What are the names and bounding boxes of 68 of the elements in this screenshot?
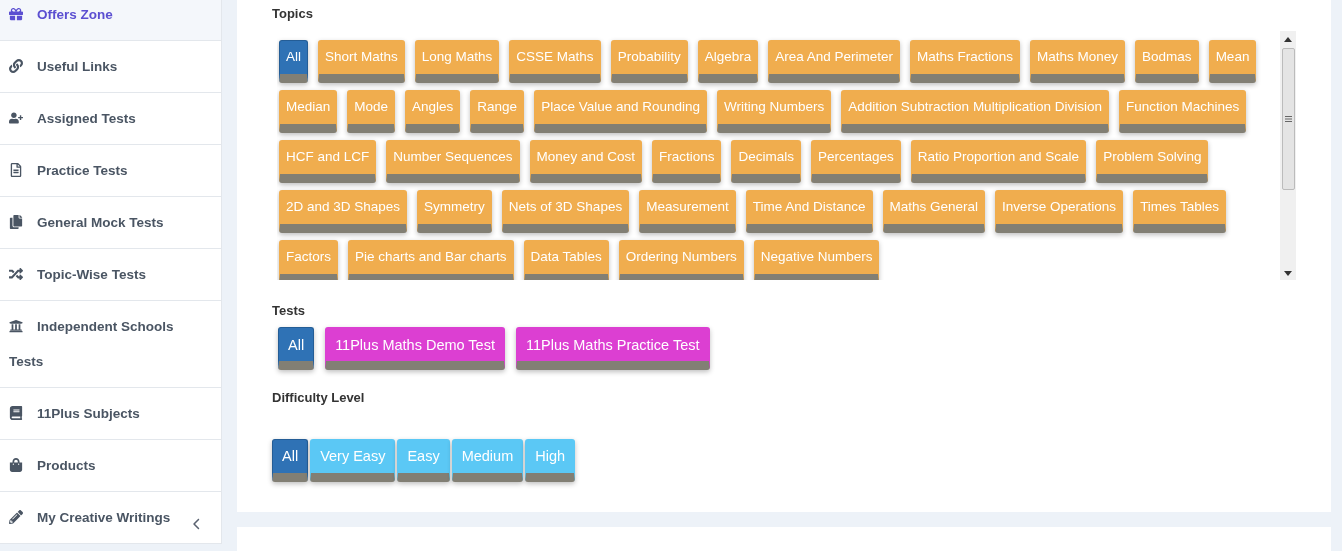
filter-button[interactable]: Algebra (697, 39, 759, 83)
filter-button[interactable]: Area And Perimeter (768, 39, 900, 83)
filter-button[interactable]: All (272, 438, 309, 482)
section-title: Tests (272, 301, 306, 320)
shuffle-icon (9, 267, 23, 281)
filter-button[interactable]: Nets of 3D Shapes (501, 189, 630, 233)
sidebar-item[interactable]: Offers Zone (0, 0, 221, 41)
filter-button[interactable]: Median (279, 89, 338, 133)
section-title: Topics (272, 5, 314, 23)
filter-button[interactable]: Function Machines (1118, 89, 1247, 133)
copy-icon (9, 215, 23, 229)
filter-button[interactable]: Percentages (810, 139, 901, 183)
book-icon (9, 406, 23, 420)
filter-button[interactable]: 11Plus Maths Demo Test (325, 327, 505, 370)
filter-button[interactable]: Long Maths (414, 39, 500, 83)
filter-button[interactable]: HCF and LCF (279, 139, 377, 183)
filter-button[interactable]: Bodmas (1135, 39, 1199, 83)
filter-button[interactable]: Very Easy (310, 438, 396, 482)
filter-button[interactable]: Problem Solving (1096, 139, 1209, 183)
scrollbar-thumb[interactable] (1281, 47, 1295, 190)
user-plus-icon (9, 111, 23, 125)
filter-button[interactable]: All (278, 327, 315, 370)
building-icon (9, 319, 23, 333)
filter-button[interactable]: Place Value and Rounding (534, 89, 707, 133)
filter-button[interactable]: Negative Numbers (753, 239, 880, 280)
filter-button[interactable]: Short Maths (318, 39, 405, 83)
filter-button[interactable]: Addition Subtraction Multiplication Division (841, 89, 1109, 133)
filter-button[interactable]: 11Plus Maths Practice Test (515, 327, 710, 370)
link-icon (9, 59, 23, 73)
filter-button[interactable]: Factors (279, 239, 338, 280)
up-arrow-icon (1284, 36, 1292, 42)
filter-button[interactable]: Times Tables (1133, 189, 1226, 233)
filter-button[interactable]: Maths Money (1030, 39, 1126, 83)
filter-button[interactable]: Number Sequences (386, 139, 520, 183)
filter-button[interactable]: Maths Fractions (910, 39, 1021, 83)
filter-button[interactable]: Fractions (651, 139, 722, 183)
filter-button[interactable]: Maths General (882, 189, 986, 233)
filter-button[interactable]: Measurement (639, 189, 736, 233)
filter-button[interactable]: Range (470, 89, 525, 133)
filter-button[interactable]: Inverse Operations (995, 189, 1124, 233)
filter-button[interactable]: Time And Distance (745, 189, 873, 233)
filter-button[interactable]: 2D and 3D Shapes (279, 189, 408, 233)
pencil-icon (9, 510, 23, 524)
filter-button[interactable]: Data Tables (523, 239, 609, 280)
filter-button[interactable]: Medium (451, 438, 524, 482)
filter-button[interactable]: Pie charts and Bar charts (348, 239, 514, 280)
filter-button[interactable]: Symmetry (417, 189, 492, 233)
filter-button[interactable]: Ordering Numbers (618, 239, 744, 280)
shopping-bag-icon (9, 458, 23, 472)
chevron-icon (192, 518, 202, 530)
filter-button[interactable]: All (279, 39, 308, 83)
filter-button[interactable]: Angles (405, 89, 461, 133)
document-icon (9, 163, 23, 177)
filter-button[interactable]: High (525, 438, 576, 482)
filter-button[interactable]: Mean (1208, 39, 1257, 83)
scrollbar[interactable] (1280, 30, 1296, 280)
gift-icon (9, 7, 23, 21)
filter-button[interactable]: Decimals (731, 139, 801, 183)
filter-button[interactable]: Probability (610, 39, 688, 83)
down-arrow-icon (1284, 270, 1292, 276)
filter-button[interactable]: Ratio Proportion and Scale (910, 139, 1087, 183)
section-title: Difficulty Level (272, 389, 366, 407)
filter-button[interactable]: Writing Numbers (717, 89, 832, 133)
grip-icon (1284, 115, 1292, 122)
filter-button[interactable]: CSSE Maths (509, 39, 601, 83)
filter-button[interactable]: Money and Cost (529, 139, 642, 183)
filter-button[interactable]: Mode (347, 89, 396, 133)
filter-button[interactable]: Easy (397, 438, 450, 482)
